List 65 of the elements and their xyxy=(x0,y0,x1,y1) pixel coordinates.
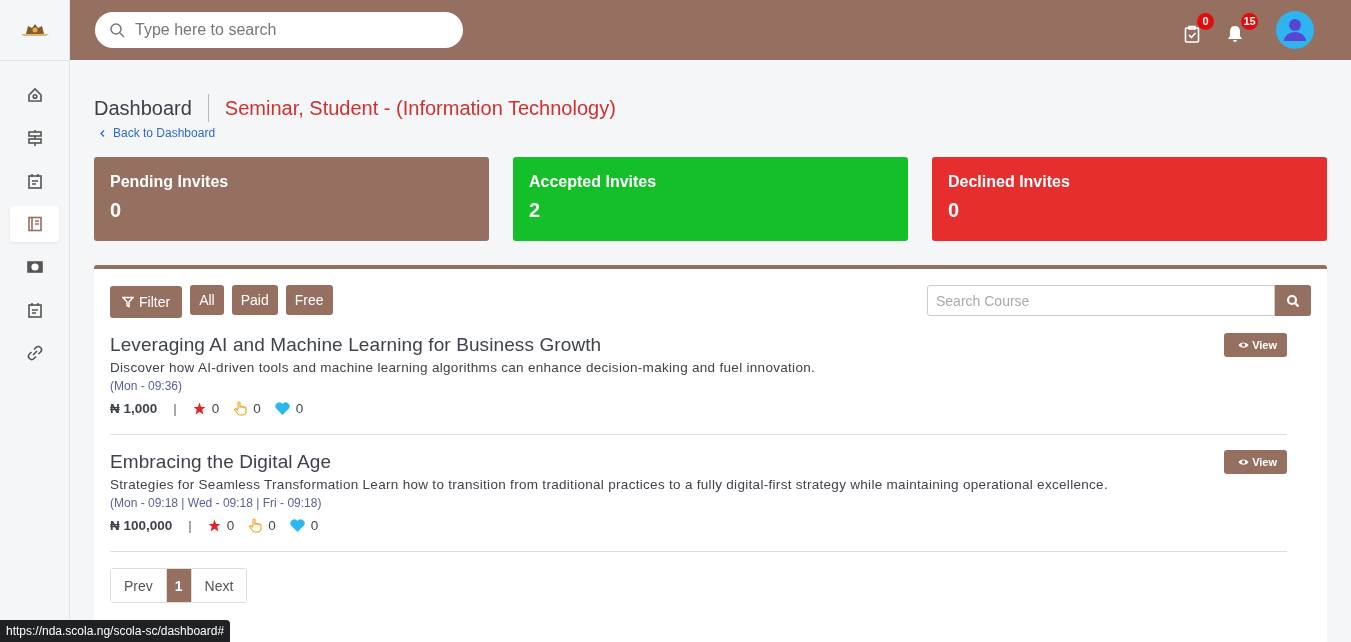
course-title: Embracing the Digital Age xyxy=(110,451,333,473)
tasks-count-badge: 0 xyxy=(1197,13,1214,30)
stat-label: Declined Invites xyxy=(948,173,1071,191)
signpost-icon xyxy=(26,130,43,146)
likes-count: 0 xyxy=(253,401,261,416)
page-subtitle: Seminar, Student - (Information Technology) xyxy=(224,96,616,120)
tasks-button[interactable]: 0 xyxy=(1180,13,1214,47)
chevron-left-icon xyxy=(100,129,105,137)
star-icon xyxy=(207,519,221,532)
stat-value: 2 xyxy=(529,199,542,222)
view-button[interactable]: View xyxy=(1224,450,1287,474)
calendar-icon xyxy=(26,302,43,318)
likes-count: 0 xyxy=(268,518,276,533)
link-icon xyxy=(26,345,43,361)
search-field[interactable]: Type here to search xyxy=(95,12,463,48)
separator: | xyxy=(188,518,192,533)
home-icon xyxy=(26,87,43,103)
favorites-count: 0 xyxy=(310,518,319,533)
pointing-hand-icon xyxy=(233,401,248,416)
filter-button[interactable]: Filter xyxy=(110,286,183,318)
avatar-icon[interactable] xyxy=(1276,11,1314,49)
separator: | xyxy=(173,401,177,416)
page-number-button[interactable]: 1 xyxy=(165,569,191,602)
logo-icon xyxy=(19,23,50,37)
star-icon xyxy=(192,402,206,415)
eye-icon xyxy=(1238,458,1250,466)
back-link[interactable]: Back to Dashboard xyxy=(100,126,216,140)
rating-count: 0 xyxy=(211,401,220,416)
heart-icon xyxy=(289,519,305,532)
clipboard-check-icon xyxy=(1184,25,1200,43)
course-price: ₦ 1,000 xyxy=(110,401,158,416)
pointing-hand-icon xyxy=(248,518,263,533)
search-icon xyxy=(1286,293,1300,308)
notifications-count-badge: 15 xyxy=(1241,13,1258,30)
notifications-button[interactable]: 15 xyxy=(1222,13,1258,47)
bell-icon xyxy=(1226,25,1244,43)
course-schedule: (Mon - 09:36) xyxy=(110,379,184,393)
search-button[interactable] xyxy=(1275,285,1311,316)
heart-icon xyxy=(274,402,290,415)
filter-option-button[interactable]: All xyxy=(190,285,224,315)
page-title: Dashboard xyxy=(94,96,192,120)
next-page-button[interactable]: Next xyxy=(190,569,247,602)
book-icon xyxy=(26,216,43,232)
filter-option-button[interactable]: Paid xyxy=(231,285,278,315)
stat-label: Accepted Invites xyxy=(529,173,658,191)
stat-label: Pending Invites xyxy=(110,173,230,191)
favorites-count: 0 xyxy=(295,401,304,416)
book-nav-item[interactable] xyxy=(10,206,59,242)
course-schedule: (Mon - 09:18 | Wed - 09:18 | Fri - 09:18) xyxy=(110,496,323,510)
course-title: Leveraging AI and Machine Learning for Business Growth xyxy=(110,334,603,356)
money-icon xyxy=(26,259,43,275)
eye-icon xyxy=(1238,341,1250,349)
view-button[interactable]: View xyxy=(1224,333,1287,357)
stat-value: 0 xyxy=(110,199,123,222)
rating-count: 0 xyxy=(226,518,235,533)
status-bar-url: https://nda.scola.ng/scola-sc/dashboard# xyxy=(0,620,231,642)
course-description: Discover how AI-driven tools and machine learning algorithms can enhance decision-making and fuel innovation. xyxy=(110,360,816,375)
filter-option-button[interactable]: Free xyxy=(285,285,333,315)
filter-icon xyxy=(122,296,134,308)
course-price: ₦ 100,000 xyxy=(110,518,173,533)
search-icon xyxy=(109,22,125,38)
calendar-icon xyxy=(26,173,43,189)
course-description: Strategies for Seamless Transformation Learn how to transition from traditional practices to a fully digital-first strategy while maintaining operational excellence. xyxy=(110,477,1108,492)
stat-value: 0 xyxy=(948,199,961,222)
course-search-field[interactable]: Search Course xyxy=(927,285,1275,316)
